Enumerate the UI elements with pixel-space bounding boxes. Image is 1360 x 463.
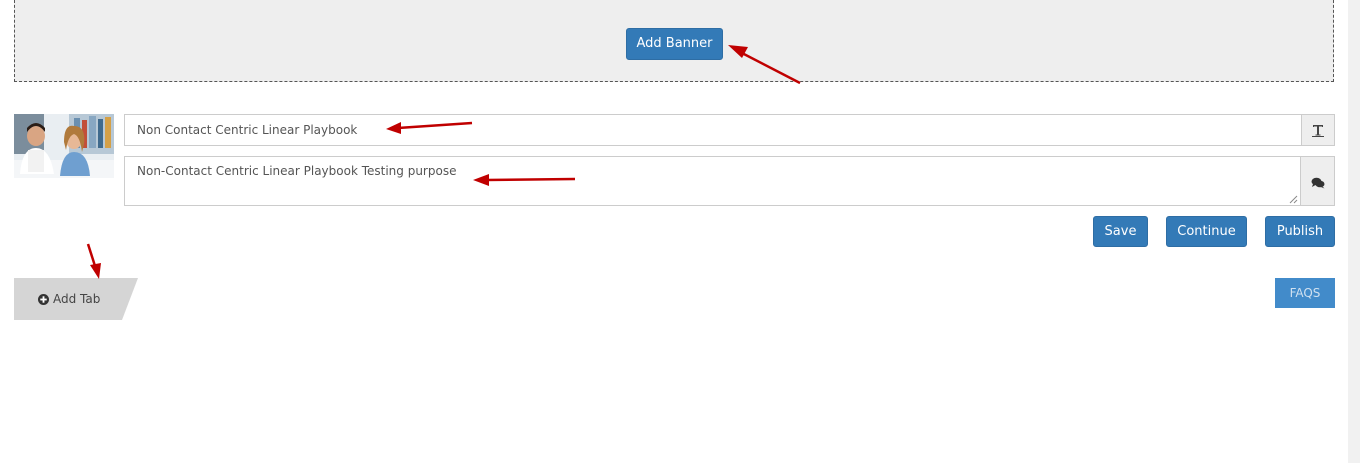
playbook-thumbnail[interactable] [14,114,114,178]
playbook-description-textarea[interactable]: Non-Contact Centric Linear Playbook Test… [124,156,1300,206]
resize-grip-icon[interactable] [1288,194,1298,204]
continue-button[interactable]: Continue [1166,216,1247,247]
add-tab-button[interactable]: Add Tab [38,278,100,320]
publish-button[interactable]: Publish [1265,216,1335,247]
add-banner-button[interactable]: Add Banner [626,28,723,60]
text-format-icon [1312,125,1324,137]
description-addon [1300,156,1335,206]
faqs-button[interactable]: FAQS [1275,278,1335,308]
playbook-title-input[interactable]: Non Contact Centric Linear Playbook [124,114,1301,146]
add-tab-label: Add Tab [53,292,101,306]
plus-circle-icon [38,293,49,305]
comments-icon [1311,177,1324,189]
title-addon [1301,114,1335,146]
vertical-scrollbar[interactable] [1348,0,1360,463]
save-button[interactable]: Save [1093,216,1148,247]
arrow-to-add-tab [86,243,101,279]
